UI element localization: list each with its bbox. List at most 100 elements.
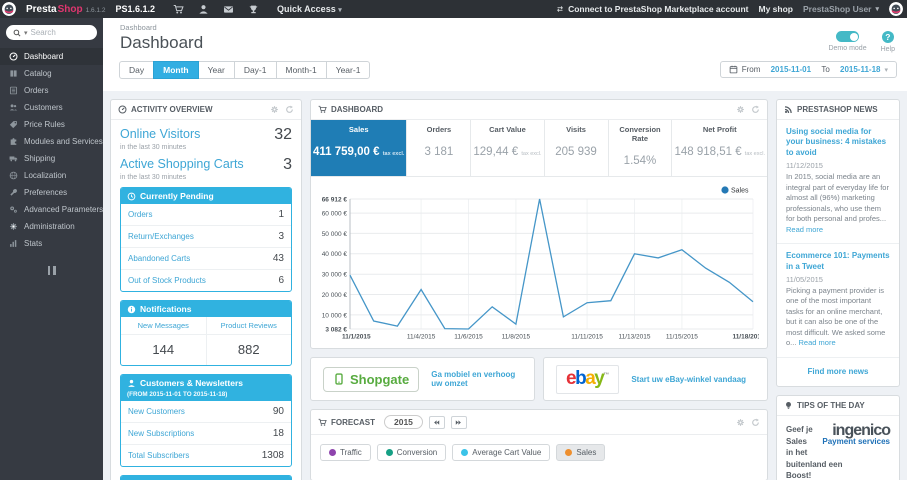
gear-icon[interactable] — [736, 105, 745, 114]
svg-text:60 000 €: 60 000 € — [322, 211, 348, 218]
ebay-link[interactable]: Start uw eBay-winkel vandaag — [631, 375, 746, 384]
sidebar-item-catalog[interactable]: Catalog — [0, 65, 103, 82]
clock-icon — [127, 192, 136, 201]
search-scope-dropdown[interactable]: ▾ — [24, 29, 28, 37]
forecast-legend-conversion[interactable]: Conversion — [376, 444, 447, 461]
sidebar-item-preferences[interactable]: Preferences — [0, 184, 103, 201]
forecast-prev-button[interactable] — [428, 415, 445, 429]
forecast-next-button[interactable] — [450, 415, 467, 429]
brand-presta: Presta — [26, 3, 57, 15]
ebay-logo: ebay™ — [556, 364, 620, 394]
shopgate-link[interactable]: Ga mobiel en verhoog uw omzet — [431, 370, 522, 388]
news-article-title[interactable]: Ecommerce 101: Payments in a Tweet — [786, 251, 890, 272]
sidebar-item-administration[interactable]: Administration — [0, 218, 103, 235]
forecast-panel-title: Forecast — [331, 417, 375, 427]
sidebar-search[interactable]: ▾ — [6, 25, 97, 40]
range-button-month-1[interactable]: Month-1 — [275, 61, 327, 79]
chevron-down-icon: ▾ — [884, 66, 888, 74]
cogs-icon — [9, 205, 18, 214]
puzzle-icon — [9, 137, 18, 146]
help-icon[interactable]: ? — [881, 31, 894, 43]
stat-row-link[interactable]: Return/Exchanges — [128, 232, 194, 241]
stat-row-link[interactable]: Total Subscribers — [128, 451, 189, 460]
sidebar-item-orders[interactable]: Orders — [0, 82, 103, 99]
gauge-icon — [9, 52, 18, 61]
sidebar-item-localization[interactable]: Localization — [0, 167, 103, 184]
my-shop-link[interactable]: My shop — [759, 4, 793, 14]
sidebar-item-modules-and-services[interactable]: Modules and Services — [0, 133, 103, 150]
range-button-day-1[interactable]: Day-1 — [233, 61, 277, 79]
trophy-icon[interactable] — [248, 4, 259, 15]
svg-text:10 000 €: 10 000 € — [322, 312, 348, 319]
wrench-icon — [9, 188, 18, 197]
shop-name-link[interactable]: PS1.6.1.2 — [115, 4, 155, 14]
product-reviews-link[interactable]: Product Reviews — [206, 317, 291, 335]
range-button-month[interactable]: Month — [153, 61, 199, 79]
sidebar: ▾ Dashboard Catalog Orders Customers Price R… — [0, 18, 103, 480]
gear-icon[interactable] — [736, 418, 745, 427]
shopgate-logo: Shopgate — [323, 366, 420, 392]
refresh-icon[interactable] — [751, 418, 760, 427]
help-label: Help — [880, 46, 895, 53]
stat-row-link[interactable]: New Customers — [128, 407, 185, 416]
kpi-conversion-rate[interactable]: Conversion Rate 1.54% — [609, 120, 673, 176]
svg-text:11/18/201: 11/18/201 — [732, 334, 759, 341]
forecast-legend-average-cart-value[interactable]: Average Cart Value — [452, 444, 551, 461]
chart-legend-sales[interactable]: Sales — [721, 186, 749, 195]
ingenico-logo[interactable]: ingenico Payment services — [814, 422, 891, 447]
refresh-icon[interactable] — [751, 105, 760, 114]
news-article-title[interactable]: Using social media for your business: 4 … — [786, 127, 890, 158]
find-more-news-link[interactable]: Find more news — [777, 358, 899, 386]
range-button-year[interactable]: Year — [197, 61, 235, 79]
kpi-label: Visits — [566, 125, 586, 134]
date-range-button[interactable]: From 2015-11-01 To 2015-11-18 ▾ — [719, 61, 897, 78]
quick-access-menu[interactable]: Quick Access ▾ — [277, 4, 342, 14]
sidebar-item-dashboard[interactable]: Dashboard — [0, 48, 103, 65]
messages-icon[interactable] — [223, 4, 234, 15]
kpi-visits[interactable]: Visits 205 939 — [545, 120, 609, 176]
chevron-down-icon: ▾ — [338, 7, 342, 14]
new-messages-link[interactable]: New Messages — [121, 317, 206, 335]
user-menu[interactable]: PrestaShop User ▾ — [803, 4, 879, 14]
demo-mode-toggle[interactable] — [836, 31, 860, 42]
sidebar-item-customers[interactable]: Customers — [0, 99, 103, 116]
svg-text:11/6/2015: 11/6/2015 — [454, 334, 483, 341]
forecast-legend-sales[interactable]: Sales — [556, 444, 606, 461]
read-more-link[interactable]: Read more — [799, 338, 836, 347]
kpi-sales[interactable]: Sales 411 759,00 € tax excl. — [311, 120, 408, 176]
cart-icon[interactable] — [173, 4, 184, 15]
customer-icon[interactable] — [198, 4, 209, 15]
shopgate-banner[interactable]: Shopgate Ga mobiel en verhoog uw omzet — [310, 357, 535, 401]
search-input[interactable] — [30, 28, 83, 37]
partner-banners: Shopgate Ga mobiel en verhoog uw omzet e… — [310, 357, 768, 401]
sidebar-item-stats[interactable]: Stats — [0, 235, 103, 252]
user-avatar[interactable] — [889, 2, 903, 16]
forecast-legend-traffic[interactable]: Traffic — [320, 444, 371, 461]
calendar-icon — [729, 65, 738, 74]
ebay-banner[interactable]: ebay™ Start uw eBay-winkel vandaag — [543, 357, 768, 401]
gear-icon[interactable] — [270, 105, 279, 114]
legend-dot-icon — [329, 449, 336, 456]
kpi-cart-value[interactable]: Cart Value 129,44 € tax excl. — [471, 120, 545, 176]
active-carts-link[interactable]: Active Shopping Carts — [120, 157, 244, 171]
read-more-link[interactable]: Read more — [786, 225, 823, 234]
online-visitors-link[interactable]: Online Visitors — [120, 127, 200, 141]
stat-row-link[interactable]: Abandoned Carts — [128, 254, 190, 263]
stat-row-link[interactable]: New Subscriptions — [128, 429, 194, 438]
sidebar-item-advanced-parameters[interactable]: Advanced Parameters — [0, 201, 103, 218]
stats-icon — [9, 239, 18, 248]
kpi-net-profit[interactable]: Net Profit 148 918,51 € tax excl. — [672, 120, 767, 176]
range-button-year-1[interactable]: Year-1 — [325, 61, 371, 79]
marketplace-link[interactable]: Connect to PrestaShop Marketplace accoun… — [556, 4, 749, 14]
stat-row-link[interactable]: Orders — [128, 210, 152, 219]
sidebar-collapse-button[interactable] — [0, 266, 103, 275]
forecast-year[interactable]: 2015 — [384, 415, 423, 429]
range-button-day[interactable]: Day — [119, 61, 155, 79]
refresh-icon[interactable] — [285, 105, 294, 114]
stat-row-link[interactable]: Out of Stock Products — [128, 276, 206, 285]
sidebar-item-price-rules[interactable]: Price Rules — [0, 116, 103, 133]
kpi-orders[interactable]: Orders 3 181 — [407, 120, 472, 176]
sidebar-item-shipping[interactable]: Shipping — [0, 150, 103, 167]
brand: Presta Shop 1.6.1.2 — [26, 4, 105, 15]
kpi-label: Cart Value — [489, 125, 526, 134]
